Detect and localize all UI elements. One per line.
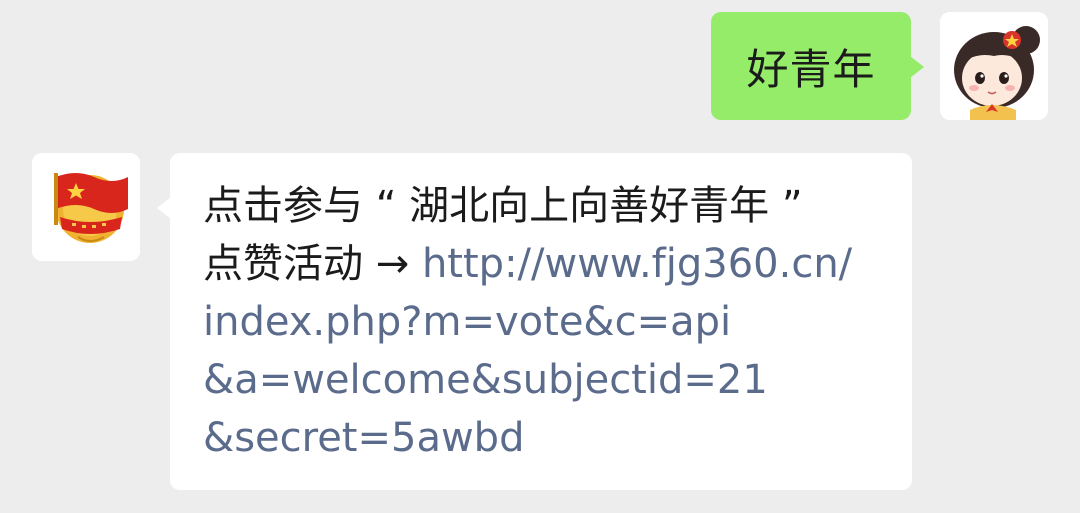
message-line-1: 点击参与 “ 湖北向上向善好青年 ” (203, 183, 803, 229)
message-link-part-3[interactable]: &a=welcome&subjectid=21 (203, 351, 882, 409)
user-avatar[interactable] (940, 12, 1048, 120)
message-line-2-prefix: 点赞活动 → (203, 241, 422, 287)
message-link-part-4[interactable]: &secret=5awbd (203, 409, 882, 467)
youth-league-emblem-icon (32, 153, 140, 261)
message-link-part-1[interactable]: http://www.fjg360.cn/ (422, 241, 852, 287)
sender-avatar[interactable] (32, 153, 140, 261)
cartoon-girl-avatar-icon (940, 12, 1048, 120)
outgoing-message-bubble[interactable]: 好青年 (711, 12, 924, 120)
message-line-2: 点赞活动 → http://www.fjg360.cn/ (203, 235, 882, 293)
incoming-message-bubble[interactable]: 点击参与 “ 湖北向上向善好青年 ” 点赞活动 → http://www.fjg… (157, 153, 912, 490)
message-link-part-2[interactable]: index.php?m=vote&c=api (203, 293, 882, 351)
outgoing-message-text: 好青年 (746, 44, 876, 94)
